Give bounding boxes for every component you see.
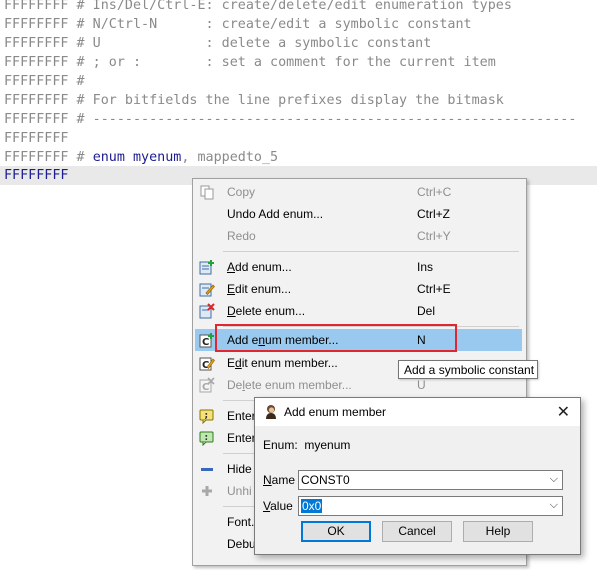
menu-item-shortcut: Ctrl+Z (417, 207, 450, 221)
value-combo[interactable]: 0x0 ⌵ (298, 496, 563, 516)
dialog-title: Add enum member (284, 405, 387, 419)
menu-item-label: Redo (227, 229, 256, 243)
line-address: FFFFFFFF (4, 36, 69, 51)
chevron-down-icon[interactable]: ⌵ (550, 499, 558, 512)
menu-item-label: Debu (227, 537, 256, 551)
enum-name[interactable]: myenum (133, 150, 181, 165)
add-enum-member-dialog: Add enum member ✕ Enum: myenum Name CONS… (254, 397, 581, 555)
line-comment: # U : delete a symbolic constant (68, 36, 432, 51)
cancel-button[interactable]: Cancel (382, 521, 452, 542)
value-label: Value (263, 499, 293, 513)
enum-declaration-line[interactable]: FFFFFFFF # enum myenum, mappedto_5 (4, 148, 278, 167)
line-address: FFFFFFFF (4, 150, 69, 165)
line-address: FFFFFFFF (4, 0, 69, 13)
listing-line[interactable]: FFFFFFFF # (4, 72, 85, 91)
line-comment: # ; or : : set a comment for the current… (68, 55, 496, 70)
edit-member-icon: C (199, 357, 215, 371)
menu-item-label: Delete enum member... (227, 378, 352, 392)
enum-mapping: , mappedto_5 (181, 150, 279, 165)
line-address: FFFFFFFF (4, 168, 69, 183)
menu-item-label: Delete enum... (227, 304, 306, 318)
add-member-icon: C (199, 333, 214, 348)
listing-line[interactable]: FFFFFFFF # ; or : : set a comment for th… (4, 53, 496, 72)
menu-item-shortcut: Ctrl+C (417, 185, 452, 199)
line-comment: # (68, 74, 85, 89)
help-button[interactable]: Help (463, 521, 533, 542)
add-enum-icon (199, 260, 214, 275)
svg-text::: : (205, 433, 209, 443)
name-label: Name (263, 473, 296, 487)
menu-item-label: Undo Add enum... (227, 207, 324, 221)
menu-item-redo[interactable]: Redo Ctrl+Y (195, 225, 522, 247)
close-icon[interactable]: ✕ (557, 402, 570, 422)
menu-item-label: Enter (227, 431, 256, 445)
menu-item-label: Font. (227, 515, 255, 529)
menu-item-shortcut: U (417, 378, 426, 392)
delete-member-icon: C (199, 377, 215, 393)
listing-line[interactable]: FFFFFFFF # U : delete a symbolic constan… (4, 34, 431, 53)
listing-line[interactable]: FFFFFFFF # Ins/Del/Ctrl-E: create/delete… (4, 0, 512, 15)
menu-item-add-enum[interactable]: Add enum... Ins (195, 256, 522, 278)
line-comment: # N/Ctrl-N : create/edit a symbolic cons… (68, 17, 472, 32)
chevron-down-icon[interactable]: ⌵ (550, 473, 558, 486)
line-address: FFFFFFFF (4, 112, 69, 127)
line-address: FFFFFFFF (4, 55, 69, 70)
menu-item-edit-enum[interactable]: Edit enum... Ctrl+E (195, 278, 522, 300)
unhide-icon (202, 486, 212, 496)
menu-item-shortcut: Ctrl+E (417, 282, 451, 296)
delete-enum-icon (199, 303, 215, 319)
menu-item-label: Add enum... (227, 260, 292, 274)
menu-tooltip: Add a symbolic constant (398, 360, 538, 379)
copy-icon (200, 185, 214, 200)
menu-item-shortcut: Del (417, 304, 436, 318)
highlight-annotation-box (215, 324, 457, 352)
listing-line[interactable]: FFFFFFFF (4, 129, 69, 148)
line-address: FFFFFFFF (4, 131, 69, 146)
listing-line[interactable]: FFFFFFFF # For bitfields the line prefix… (4, 91, 504, 110)
menu-item-label: Hide (227, 462, 252, 476)
hide-icon (201, 468, 213, 471)
enum-value: myenum (304, 438, 351, 452)
line-address: FFFFFFFF (4, 74, 69, 89)
listing-line[interactable]: FFFFFFFF # -----------------------------… (4, 110, 576, 129)
app-icon (266, 405, 276, 419)
line-address: FFFFFFFF (4, 17, 69, 32)
line-comment: # --------------------------------------… (68, 112, 577, 127)
svg-text:;: ; (205, 411, 209, 421)
enum-keyword: enum (92, 150, 125, 165)
value-field-value: 0x0 (301, 499, 323, 513)
name-field-value: CONST0 (301, 473, 350, 487)
menu-item-shortcut: Ins (417, 260, 434, 274)
enum-info: Enum: myenum (263, 438, 350, 452)
listing-line[interactable]: FFFFFFFF # N/Ctrl-N : create/edit a symb… (4, 15, 472, 34)
line-address: FFFFFFFF (4, 93, 69, 108)
repeatable-comment-icon: : (199, 431, 214, 446)
line-comment: # For bitfields the line prefixes displa… (68, 93, 504, 108)
menu-item-label: Edit enum member... (227, 356, 338, 370)
menu-item-label: Copy (227, 185, 256, 199)
menu-item-label: Edit enum... (227, 282, 292, 296)
line-comment-marker: # (68, 150, 93, 165)
menu-item-delete-enum[interactable]: Delete enum... Del (195, 300, 522, 322)
menu-item-label: Unhi (227, 484, 252, 498)
current-line[interactable]: FFFFFFFF (4, 166, 69, 185)
name-combo[interactable]: CONST0 ⌵ (298, 470, 563, 490)
comment-icon: ; (199, 409, 214, 424)
line-comment: # Ins/Del/Ctrl-E: create/delete/edit enu… (68, 0, 512, 13)
menu-item-shortcut: Ctrl+Y (417, 229, 451, 243)
menu-item-copy[interactable]: Copy Ctrl+C (195, 181, 522, 203)
menu-separator (223, 251, 519, 252)
dialog-title-bar[interactable]: Add enum member ✕ (255, 398, 580, 426)
menu-item-label: Enter (227, 409, 256, 423)
enum-label: Enum: (263, 438, 298, 452)
svg-text:C: C (202, 337, 209, 348)
menu-item-undo[interactable]: Undo Add enum... Ctrl+Z (195, 203, 522, 225)
edit-enum-icon (199, 283, 215, 297)
ok-button[interactable]: OK (301, 521, 371, 542)
